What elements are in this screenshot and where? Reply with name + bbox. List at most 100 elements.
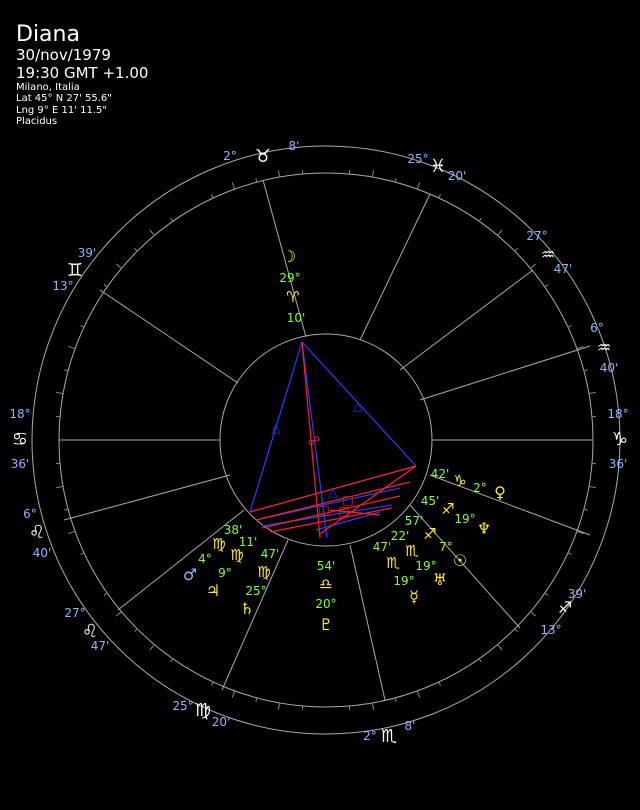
- capricorn-icon: ♑: [453, 472, 466, 490]
- degree-tick: [514, 248, 518, 252]
- cusp-minute: 13°: [52, 279, 73, 293]
- cusp-minute: 36': [609, 457, 628, 471]
- aspect-line-square: [319, 465, 417, 535]
- cusp-degree: 6°: [590, 321, 604, 335]
- moon-icon: ☽: [282, 247, 296, 266]
- planet-minute: 22': [391, 529, 410, 543]
- cusp-minute: 8': [289, 139, 300, 153]
- trine-glyph: △: [271, 421, 281, 435]
- degree-tick: [583, 508, 588, 511]
- degree-tick: [68, 530, 76, 535]
- cusp-degree: 2°: [363, 729, 377, 743]
- degree-tick: [170, 658, 174, 663]
- degree-tick: [371, 702, 375, 710]
- house-cusp-line: [63, 474, 231, 521]
- degree-tick: [544, 592, 549, 596]
- libra-icon: ♎: [319, 575, 332, 593]
- degree-tick: [103, 284, 108, 288]
- degree-tick: [567, 552, 572, 555]
- planet-minute: 47': [373, 540, 392, 554]
- cusp-minute: 36': [11, 457, 30, 471]
- natal-chart-wheel: △ △ △ ☍ □ □ □ 2° ♉ 8' 25° ♓ 20' 27° ♒ 47…: [9, 139, 628, 747]
- degree-tick: [438, 681, 441, 686]
- virgo-icon: ♍: [195, 700, 211, 721]
- degree-tick: [103, 592, 108, 596]
- planet-degree: 2°: [473, 481, 487, 495]
- cusp-degree: 27°: [64, 606, 85, 620]
- cusp-minute: 47': [91, 639, 110, 653]
- square-glyph: □: [338, 504, 349, 518]
- degree-tick: [64, 508, 69, 511]
- degree-tick: [497, 644, 503, 651]
- degree-tick: [211, 681, 214, 686]
- scorpio-icon: ♏: [386, 554, 400, 572]
- degree-tick: [544, 284, 549, 288]
- degree-tick: [478, 217, 482, 222]
- degree-tick: [530, 611, 537, 617]
- degree-tick: [567, 325, 572, 328]
- degree-tick: [231, 182, 236, 190]
- degree-tick: [149, 229, 155, 236]
- sagittarius-icon: ♐: [423, 525, 436, 543]
- planet-minute: 10': [287, 311, 306, 325]
- planet-minute: 38': [224, 523, 243, 537]
- degree-tick: [115, 611, 122, 617]
- degree-tick: [64, 369, 69, 372]
- planet-minute: 42': [431, 467, 450, 481]
- cusp-degree: 39': [78, 246, 97, 260]
- cusp-minute: 20': [212, 715, 231, 729]
- cusp-degree: 25°: [172, 699, 193, 713]
- degree-tick: [394, 178, 397, 183]
- jupiter-icon: ♃: [206, 581, 220, 600]
- cusp-degree: 2°: [223, 149, 237, 163]
- degree-tick: [530, 263, 537, 269]
- degree-tick: [588, 391, 596, 395]
- cusp-minute: 13°: [540, 623, 561, 637]
- house-cusp-line: [349, 544, 386, 701]
- scorpio-icon: ♏: [405, 542, 419, 560]
- cancer-icon: ♋: [12, 429, 28, 450]
- saturn-icon: ♄: [240, 599, 254, 618]
- degree-tick: [80, 552, 85, 555]
- cusp-minute: 20': [448, 169, 467, 183]
- degree-tick: [231, 690, 236, 698]
- degree-tick: [514, 628, 518, 632]
- degree-tick: [134, 628, 138, 632]
- degree-tick: [68, 345, 76, 350]
- cusp-minute: 47': [554, 262, 573, 276]
- cusp-degree: 18°: [607, 407, 628, 421]
- scorpio-icon: ♏: [381, 726, 397, 747]
- degree-tick: [416, 690, 421, 698]
- degree-tick: [80, 325, 85, 328]
- virgo-icon: ♍: [257, 563, 270, 581]
- planet-degree: 9°: [218, 566, 232, 580]
- degree-tick: [497, 229, 503, 236]
- house-cusp-line: [359, 193, 431, 341]
- house-cusp-line: [399, 269, 534, 371]
- planet-minute: 57': [405, 514, 424, 528]
- planet-minute: 47': [261, 547, 280, 561]
- sagittarius-icon: ♐: [558, 598, 572, 617]
- opposition-glyph: ☍: [308, 434, 320, 448]
- planet-degree: 29°: [279, 271, 300, 285]
- degree-tick: [255, 697, 258, 702]
- degree-tick: [255, 178, 258, 183]
- virgo-icon: ♍: [230, 546, 243, 564]
- planet-minute: 45': [421, 494, 440, 508]
- square-glyph: □: [318, 503, 329, 517]
- cusp-degree: 6°: [23, 507, 37, 521]
- degree-tick: [588, 485, 596, 489]
- degree-tick: [56, 391, 64, 395]
- venus-icon: ♀: [494, 483, 506, 502]
- pluto-icon: ♇: [319, 615, 333, 634]
- aspect-lines: [249, 341, 417, 539]
- degree-tick: [277, 702, 281, 710]
- planet-degree: 25°: [245, 584, 266, 598]
- capricorn-icon: ♑: [612, 429, 628, 450]
- aries-icon: ♈: [286, 288, 299, 306]
- mars-icon: ♂: [183, 565, 197, 584]
- degree-tick: [277, 170, 281, 178]
- planet-degree: 19°: [454, 512, 475, 526]
- degree-tick: [438, 194, 441, 199]
- trine-glyph: △: [353, 399, 363, 413]
